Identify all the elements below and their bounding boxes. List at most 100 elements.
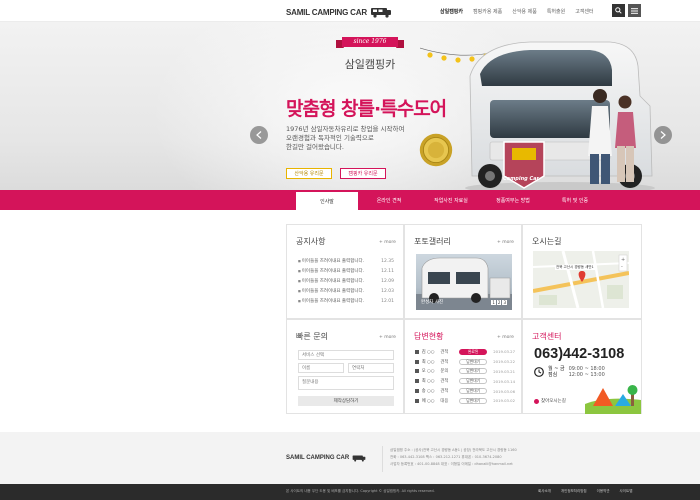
footer-link[interactable]: 이용약관 xyxy=(597,489,610,494)
directions-link[interactable]: 찾아오시는길 xyxy=(534,398,566,404)
phone-field[interactable]: 연락처 xyxy=(348,363,394,373)
quick-tabs: 인사말 온라인 견적 작업사진 자료실 정품여부는 방법 특허 및 인증 xyxy=(296,190,606,210)
answer-name: 송 ○○ xyxy=(421,389,435,395)
checkbox-icon xyxy=(415,398,419,403)
gallery-title: 포토갤러리 xyxy=(414,237,451,246)
notice-row[interactable]: 이이들을 즈려이내요 출력합니다. 12.09 xyxy=(298,276,394,286)
gallery-page-button[interactable]: 1 xyxy=(491,300,496,305)
answers-more-link[interactable]: + more xyxy=(497,335,514,340)
checkbox-icon xyxy=(415,369,419,374)
footer-info-line: 전화 : 063-442-3108 팩스 : 063-212-1271 휴대폰 … xyxy=(390,455,502,459)
notice-row[interactable]: 이이들을 즈려이내요 출력합니다. 12.35 xyxy=(298,256,394,266)
notice-row[interactable]: 이이들을 즈려이내요 출력합니다. 12.01 xyxy=(298,296,394,306)
quick-tab[interactable]: 특허 및 인증 xyxy=(544,190,606,210)
hero-title: 맞춤형 창틀·특수도어 xyxy=(286,94,447,121)
answer-date: 2019.03.27 xyxy=(493,349,516,355)
answer-status-badge: 답변대기 xyxy=(459,388,488,395)
map-label: 전북 고산시 경량동 새만1 xyxy=(555,265,595,270)
notice-row-title: 이이들을 즈려이내요 출력합니다. xyxy=(298,258,364,264)
answer-date: 2019.03.21 xyxy=(493,368,516,374)
answer-row[interactable]: 에 ○○ 대응 답변대기 2019.03.02 xyxy=(415,396,515,406)
mountain-door-button[interactable]: 산악용 유리문 xyxy=(286,168,332,179)
footer-company-info: 삼일캠핑 주소 : (공사)전북 고산시 경량동 A동1 | 공장) 전라북도 … xyxy=(390,447,517,468)
nav-item[interactable]: 캠핑카용 제품 xyxy=(473,8,502,15)
gallery-photo[interactable]: 완성차 사진 123 xyxy=(416,254,512,310)
search-icon xyxy=(615,7,622,14)
camper-door-button[interactable]: 캠핑카 유리문 xyxy=(340,168,386,179)
camping-car-logo-text: Camping Car xyxy=(503,176,539,182)
answer-row[interactable]: 김 ○○ 견적 완료된 2019.03.27 xyxy=(415,347,515,357)
answer-status-badge: 완료된 xyxy=(459,348,488,355)
hero-company: 삼일캠핑카 xyxy=(344,58,396,71)
svg-text:+: + xyxy=(621,257,625,263)
answer-date: 2019.03.02 xyxy=(493,398,516,404)
notice-row[interactable]: 이이들을 즈려이내요 출력합니다. 12.11 xyxy=(298,266,394,276)
quick-tab[interactable]: 인사말 xyxy=(296,190,358,210)
footer-info-line: 사업자 등록번호 : 401-00-8848 대표 : 이형일 이메일 : dh… xyxy=(390,462,513,466)
answer-status-badge: 답변대기 xyxy=(459,368,488,375)
nav-item[interactable]: 산악용 제품 xyxy=(512,8,537,15)
clock-icon xyxy=(534,367,544,377)
quick-tab[interactable]: 작업사진 자료실 xyxy=(420,190,482,210)
answer-item: 견적 xyxy=(440,349,449,355)
quick-tab[interactable]: 온라인 견적 xyxy=(358,190,420,210)
name-field[interactable]: 이름 xyxy=(298,363,344,373)
notice-row-title: 이이들을 즈려이내요 출력합니다. xyxy=(298,268,364,274)
site-logo[interactable]: SAMIL CAMPING CAR xyxy=(286,6,392,18)
location-map[interactable]: + - 전북 고산시 경량동 새만1 xyxy=(533,251,629,308)
footer-camper-icon xyxy=(352,455,366,462)
content-field[interactable]: 질문내용 xyxy=(298,376,394,390)
checkbox-icon xyxy=(415,349,419,354)
hours-lunch: 점심 xyxy=(548,372,558,378)
submit-inquiry-button[interactable]: 제작상담하기 xyxy=(298,396,394,406)
quality-seal-icon xyxy=(419,133,453,167)
notice-more-link[interactable]: + more xyxy=(379,240,396,245)
directions-label: 찾아오시는길 xyxy=(541,399,566,404)
notice-row-title: 이이들을 즈려이내요 출력합니다. xyxy=(298,278,364,284)
hero-next-button[interactable] xyxy=(654,126,672,144)
hero-desc-line: 오랜경험과 독자적인 기술력으로 xyxy=(286,134,374,142)
footer-logo-text: SAMIL CAMPING CAR xyxy=(286,455,350,461)
nav-item[interactable]: 특허출원 xyxy=(547,8,565,15)
answer-item: 견적 xyxy=(440,379,449,385)
logo-text: SAMIL CAMPING CAR xyxy=(286,7,367,17)
answer-status-badge: 답변대기 xyxy=(459,397,488,404)
svg-text:-: - xyxy=(621,264,623,270)
footer-link[interactable]: 회사소개 xyxy=(538,489,551,494)
answer-row[interactable]: 송 ○○ 견적 답변대기 2019.03.06 xyxy=(415,386,515,396)
quick-tab-bar: 인사말 온라인 견적 작업사진 자료실 정품여부는 방법 특허 및 인증 xyxy=(0,190,700,210)
hero-prev-button[interactable] xyxy=(250,126,268,144)
footer-link[interactable]: 개인정보처리방침 xyxy=(561,489,587,494)
quick-tab[interactable]: 정품여부는 방법 xyxy=(482,190,544,210)
notice-panel: 공지사항 + more 이이들을 즈려이내요 출력합니다.12.35이이들을 즈… xyxy=(286,224,404,319)
quick-more-link[interactable]: + more xyxy=(379,335,396,340)
footer-logo[interactable]: SAMIL CAMPING CAR xyxy=(286,454,366,462)
answer-row[interactable]: 최 ○○ 견적 답변대기 2019.03.22 xyxy=(415,357,515,367)
notice-row[interactable]: 이이들을 즈려이내요 출력합니다. 12.03 xyxy=(298,286,394,296)
gallery-more-link[interactable]: + more xyxy=(497,240,514,245)
since-badge-text: since 1976 xyxy=(353,38,387,45)
answer-date: 2019.03.14 xyxy=(493,378,516,384)
search-button[interactable] xyxy=(612,4,625,17)
nav-item[interactable]: 삼일캠핑카 xyxy=(440,8,463,15)
answer-row[interactable]: 오 ○○ 문의 답변대기 2019.03.21 xyxy=(415,367,515,377)
notice-row-date: 12.11 xyxy=(381,268,394,274)
map-panel: 오시는길 + - 전북 고산시 경량동 새만1 xyxy=(522,224,642,319)
hamburger-icon xyxy=(631,7,638,14)
nav-item[interactable]: 고객센터 xyxy=(575,8,593,15)
answer-row[interactable]: 최 ○○ 견적 답변대기 2019.03.14 xyxy=(415,376,515,386)
chevron-left-icon xyxy=(256,131,262,139)
service-select[interactable]: 서비스 선택 xyxy=(298,350,394,360)
chevron-right-icon xyxy=(660,131,666,139)
answers-list: 김 ○○ 견적 완료된 2019.03.27 최 ○○ 견적 답변대기 2019.03.22 오… xyxy=(415,347,515,406)
answer-item: 대응 xyxy=(440,398,449,404)
notice-row-date: 12.01 xyxy=(381,298,394,304)
answer-item: 문의 xyxy=(440,369,449,375)
main-content: 공지사항 + more 이이들을 즈려이내요 출력합니다.12.35이이들을 즈… xyxy=(286,224,642,414)
gallery-pager: 123 xyxy=(491,300,507,305)
customer-center-panel: 고객센터 063)442-3108 월 ~ 금 점심 09:00 ~ 18:00… xyxy=(522,319,642,414)
gallery-page-button[interactable]: 3 xyxy=(502,300,507,305)
footer-link[interactable]: 사이트맵 xyxy=(620,489,633,494)
gallery-page-button[interactable]: 2 xyxy=(496,300,502,305)
menu-button[interactable] xyxy=(628,4,641,17)
